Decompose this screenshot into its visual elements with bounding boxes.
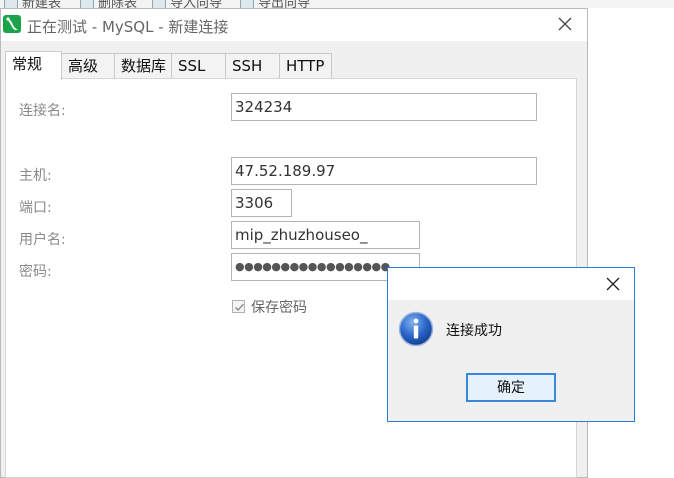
toolbar-import-wizard[interactable]: 导入向导 — [152, 0, 222, 8]
check-icon — [235, 303, 245, 312]
dialog-title: 正在测试 - MySQL - 新建连接 — [27, 18, 229, 36]
connection-name-label: 连接名: — [19, 103, 66, 119]
tab-http[interactable]: HTTP — [279, 53, 332, 79]
save-password-checkbox[interactable] — [232, 300, 245, 313]
toolbar-export-wizard[interactable]: 导出向导 — [240, 0, 310, 8]
port-input[interactable]: 3306 — [231, 189, 292, 217]
table-icon — [80, 0, 94, 8]
info-icon — [398, 311, 434, 347]
dialog-titlebar[interactable]: 正在测试 - MySQL - 新建连接 — [1, 9, 587, 41]
host-input[interactable]: 47.52.189.97 — [231, 157, 537, 185]
tab-ssh[interactable]: SSH — [225, 53, 280, 79]
save-password-label: 保存密码 — [251, 300, 307, 316]
message-text: 连接成功 — [446, 323, 502, 339]
ok-button[interactable]: 确定 — [466, 373, 556, 402]
message-dialog: 连接成功 确定 — [387, 267, 635, 422]
toolbar-delete-table[interactable]: 删除表 — [80, 0, 137, 8]
username-label: 用户名: — [19, 232, 66, 248]
password-label: 密码: — [19, 264, 52, 280]
message-titlebar[interactable] — [388, 268, 634, 300]
close-icon[interactable] — [604, 275, 622, 293]
table-icon — [240, 0, 254, 8]
ok-button-label: 确定 — [497, 380, 525, 396]
port-label: 端口: — [19, 200, 52, 216]
tab-advanced[interactable]: 高级 — [61, 53, 115, 79]
host-label: 主机: — [19, 168, 52, 184]
background-toolbar: 新建表 删除表 导入向导 导出向导 — [0, 0, 674, 8]
navicat-app-icon — [3, 15, 21, 33]
table-icon — [152, 0, 166, 8]
close-icon[interactable] — [555, 14, 575, 34]
tab-ssl[interactable]: SSL — [171, 53, 226, 79]
username-input[interactable]: mip_zhuzhouseo_ — [231, 221, 420, 249]
connection-name-input[interactable]: 324234 — [231, 93, 537, 121]
tab-database[interactable]: 数据库 — [114, 53, 172, 79]
tab-general[interactable]: 常规 — [5, 51, 62, 80]
table-icon — [4, 0, 18, 8]
toolbar-new-table[interactable]: 新建表 — [4, 0, 61, 8]
